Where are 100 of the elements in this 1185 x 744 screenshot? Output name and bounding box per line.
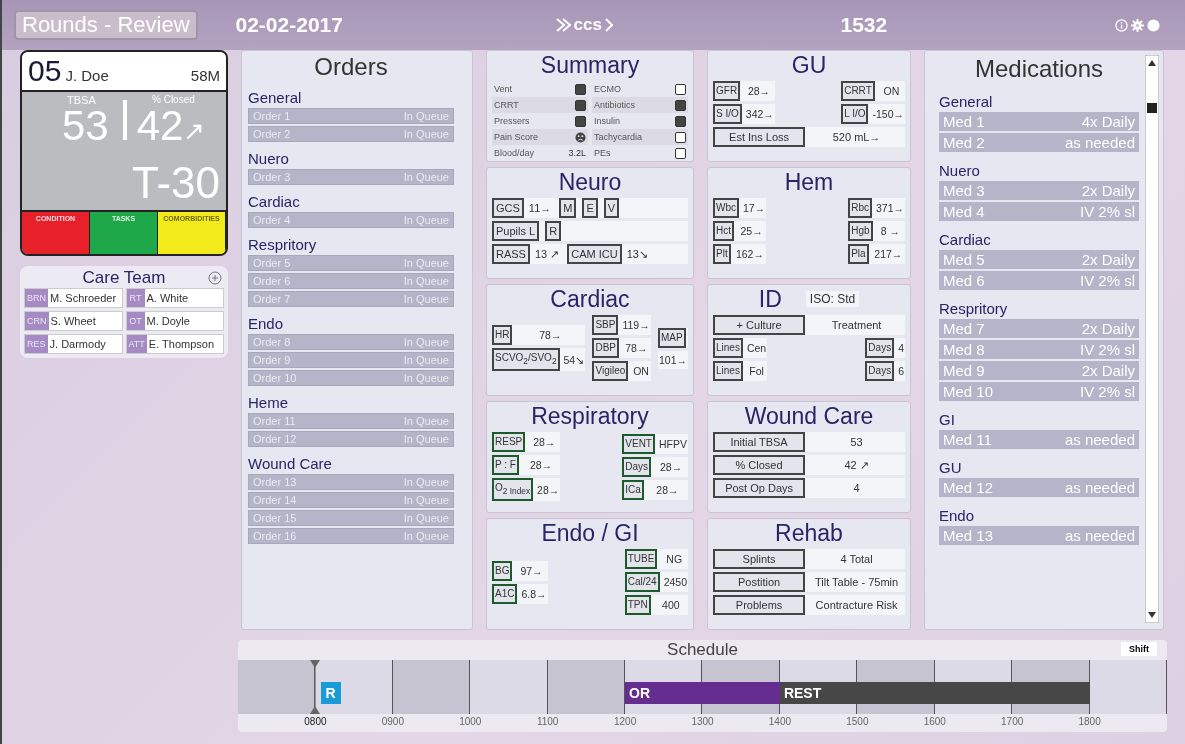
role-tag: ATT bbox=[126, 335, 147, 353]
circle-icon[interactable] bbox=[1146, 18, 1160, 32]
medication-name: Med 4 bbox=[943, 203, 985, 220]
medication-row[interactable]: Med 3 2x Daily bbox=[939, 181, 1139, 200]
medication-row[interactable]: Med 7 2x Daily bbox=[939, 319, 1139, 338]
medication-row[interactable]: Med 8 IV 2% sl bbox=[939, 340, 1139, 359]
closed-label: % Closed bbox=[152, 94, 195, 105]
info-icon[interactable] bbox=[1114, 18, 1128, 32]
hour-label: 1300 bbox=[691, 716, 714, 727]
scrollbar[interactable] bbox=[1145, 55, 1159, 623]
summary-label: Antibiotics bbox=[594, 100, 636, 110]
field-value: 101→ bbox=[657, 352, 688, 368]
member-name[interactable]: M. Schroeder bbox=[48, 292, 117, 304]
medication-row[interactable]: Med 12 as needed bbox=[939, 478, 1139, 497]
member-name[interactable]: E. Thompson bbox=[146, 338, 215, 350]
mode-button[interactable]: Rounds - Review bbox=[14, 10, 198, 40]
field-label: TPN bbox=[624, 595, 651, 615]
medication-row[interactable]: Med 10 IV 2% sl bbox=[939, 382, 1139, 401]
field-label: L I/O bbox=[841, 104, 869, 124]
group-heading: GI bbox=[939, 411, 956, 428]
field-label: Problems bbox=[713, 595, 806, 615]
field-value: 78→ bbox=[624, 341, 649, 356]
hour-label: 1200 bbox=[613, 716, 637, 727]
group-heading: General bbox=[939, 93, 994, 110]
medication-name: Med 1 bbox=[943, 113, 985, 130]
medication-row[interactable]: Med 11 as needed bbox=[939, 430, 1139, 449]
medication-dose: as needed bbox=[1064, 431, 1135, 448]
field-value: -150→ bbox=[871, 107, 905, 122]
field-value: 4 bbox=[897, 341, 905, 356]
medication-dose: 2x Daily bbox=[1081, 251, 1135, 268]
add-icon[interactable] bbox=[208, 271, 222, 285]
isolation-tag: ISO: Std bbox=[805, 291, 860, 307]
field-value: 13 ↗ bbox=[533, 247, 561, 262]
chevron-icon bbox=[603, 18, 614, 32]
hour-label: 1700 bbox=[1001, 716, 1024, 727]
schedule-event[interactable]: REST bbox=[779, 682, 1090, 704]
field-value: Cen bbox=[745, 341, 768, 356]
medication-row[interactable]: Med 6 IV 2% sl bbox=[939, 271, 1139, 290]
field-label: Lines bbox=[713, 361, 743, 381]
member-name[interactable]: J. Darmody bbox=[47, 338, 106, 350]
schedule-event[interactable]: OR bbox=[625, 682, 780, 704]
hour-label: 1800 bbox=[1078, 716, 1101, 727]
field-label: Cal/24 bbox=[624, 572, 660, 592]
medication-row[interactable]: Med 5 2x Daily bbox=[939, 250, 1139, 269]
field-label: Pla bbox=[848, 244, 869, 264]
medication-name: Med 2 bbox=[943, 134, 985, 151]
field-value: 25→ bbox=[739, 224, 764, 239]
panel-title: ID bbox=[758, 285, 782, 313]
field-label: DBP bbox=[592, 338, 619, 358]
field-value: ON bbox=[632, 364, 650, 379]
panel-title: Respiratory bbox=[531, 402, 649, 430]
field-label: MAP bbox=[657, 327, 686, 348]
group-heading: Respritory bbox=[248, 236, 318, 253]
schedule-event[interactable]: R bbox=[321, 682, 342, 704]
field-value: 53 bbox=[849, 435, 864, 450]
field-value: 217→ bbox=[873, 247, 904, 262]
medication-row[interactable]: Med 4 IV 2% sl bbox=[939, 202, 1139, 221]
field-value: NG bbox=[665, 552, 684, 567]
panel-title: Cardiac bbox=[550, 285, 630, 313]
shift-button[interactable]: Shift bbox=[1121, 642, 1157, 656]
medication-row[interactable]: Med 1 4x Daily bbox=[939, 112, 1139, 131]
medication-name: Med 3 bbox=[943, 182, 985, 199]
medication-row[interactable]: Med 2 as needed bbox=[939, 133, 1139, 152]
field-label: GCS bbox=[492, 198, 524, 218]
hour-label: 1500 bbox=[846, 716, 869, 727]
hour-label: 1400 bbox=[768, 716, 792, 727]
field-value: 28→ bbox=[658, 459, 684, 475]
group-heading: Heme bbox=[248, 394, 289, 411]
age-sex: 58M bbox=[190, 67, 220, 84]
medication-dose: IV 2% sl bbox=[1079, 272, 1135, 289]
medication-dose: 2x Daily bbox=[1081, 320, 1135, 337]
field-value: 11→ bbox=[527, 201, 553, 216]
field-label: S I/O bbox=[713, 104, 742, 124]
hour-label: 1600 bbox=[923, 716, 946, 727]
field-label: R bbox=[545, 221, 562, 241]
field-value: 8 → bbox=[879, 224, 901, 239]
medication-name: Med 12 bbox=[943, 479, 994, 496]
member-name[interactable]: A. White bbox=[144, 292, 189, 304]
medication-row[interactable]: Med 9 2x Daily bbox=[939, 361, 1139, 380]
field-label: HR bbox=[492, 325, 513, 345]
member-name[interactable]: M. Doyle bbox=[144, 315, 190, 327]
medication-name: Med 7 bbox=[943, 320, 985, 337]
field-value: 400 bbox=[661, 598, 681, 613]
settings-icon[interactable] bbox=[1130, 18, 1144, 32]
field-label: Splints bbox=[713, 549, 806, 569]
field-value: 4 bbox=[852, 481, 861, 496]
field-label: Initial TBSA bbox=[713, 432, 806, 452]
field-value: 2450 bbox=[662, 575, 688, 590]
time-marker[interactable] bbox=[310, 660, 321, 714]
field-value: 371→ bbox=[874, 201, 905, 216]
group-heading: Endo bbox=[939, 507, 976, 524]
field-value: 28→ bbox=[655, 482, 680, 498]
medication-row[interactable]: Med 13 as needed bbox=[939, 526, 1139, 545]
field-label: Days bbox=[865, 338, 895, 358]
role-tag: OT bbox=[126, 312, 145, 330]
schedule-title: Schedule bbox=[667, 640, 738, 660]
field-label: P : F bbox=[492, 455, 519, 475]
summary-label: Tachycardia bbox=[594, 132, 643, 142]
care-team-title: Care Team bbox=[82, 268, 166, 288]
member-name[interactable]: S. Wheet bbox=[48, 315, 96, 327]
